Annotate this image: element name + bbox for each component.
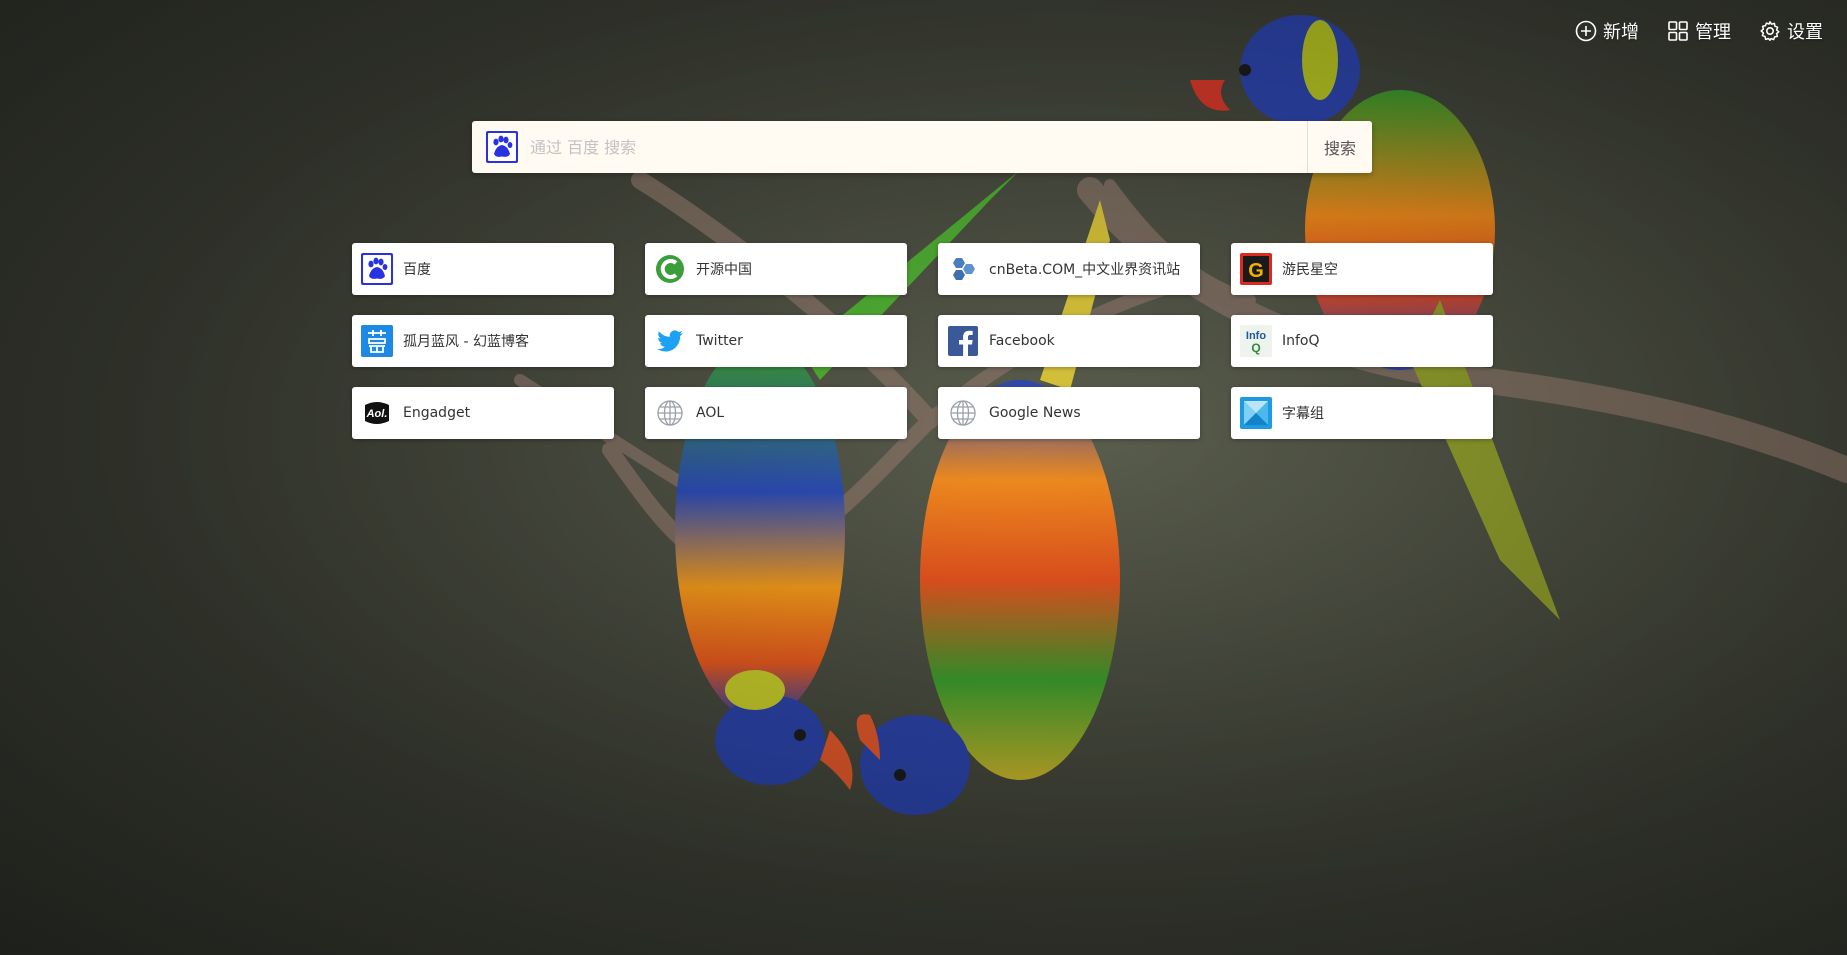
shortcut-label: InfoQ	[1282, 333, 1320, 349]
globe-icon	[654, 397, 686, 429]
manage-button-label: 管理	[1695, 22, 1731, 43]
add-button[interactable]: 新增	[1575, 18, 1639, 44]
shortcut-oschina[interactable]: 开源中国	[645, 243, 907, 295]
shortcut-label: 开源中国	[696, 262, 752, 278]
settings-button[interactable]: 设置	[1759, 18, 1823, 44]
shortcut-label: 字幕组	[1282, 406, 1324, 422]
shortcut-blue-blog[interactable]: 孤月蓝风 - 幻蓝博客	[352, 315, 614, 367]
search-button[interactable]: 搜索	[1307, 121, 1372, 173]
shortcut-label: AOL	[696, 405, 725, 421]
shortcut-infoq[interactable]: Info Q InfoQ	[1231, 315, 1493, 367]
settings-button-label: 设置	[1787, 22, 1823, 43]
svg-text:G: G	[1248, 260, 1264, 282]
shortcut-label: Engadget	[403, 405, 471, 421]
shortcut-subtitle-group[interactable]: 字幕组	[1231, 387, 1493, 439]
shortcut-label: cnBeta.COM_中文业界资讯站	[989, 262, 1181, 278]
oschina-icon	[654, 253, 686, 285]
plus-circle-icon	[1575, 20, 1597, 42]
grid-icon	[1668, 21, 1688, 41]
search-input[interactable]	[528, 121, 1307, 173]
shortcut-label: 游民星空	[1282, 262, 1338, 278]
gamersky-icon: G	[1240, 253, 1272, 285]
shortcut-label: 百度	[403, 262, 431, 278]
shortcut-cnbeta[interactable]: cnBeta.COM_中文业界资讯站	[938, 243, 1200, 295]
facebook-icon	[947, 325, 979, 357]
shortcut-label: Twitter	[696, 333, 743, 349]
infoq-icon: Info Q	[1240, 325, 1272, 357]
shortcut-google-news[interactable]: Google News	[938, 387, 1200, 439]
shortcut-label: Facebook	[989, 333, 1055, 349]
svg-text:Aol.: Aol.	[366, 408, 388, 420]
subtitle-group-icon	[1240, 397, 1272, 429]
shortcut-baidu[interactable]: 百度	[352, 243, 614, 295]
baidu-icon	[361, 253, 393, 285]
gear-icon	[1760, 21, 1780, 41]
shortcut-gamersky[interactable]: G 游民星空	[1231, 243, 1493, 295]
search-bar: 搜索	[472, 121, 1372, 173]
shortcut-twitter[interactable]: Twitter	[645, 315, 907, 367]
shortcut-engadget[interactable]: Aol. Engadget	[352, 387, 614, 439]
manage-button[interactable]: 管理	[1667, 18, 1731, 44]
top-toolbar: 新增 管理 设置	[1575, 18, 1823, 44]
shortcut-facebook[interactable]: Facebook	[938, 315, 1200, 367]
shortcut-label: Google News	[989, 405, 1081, 421]
twitter-icon	[654, 325, 686, 357]
add-button-label: 新增	[1603, 22, 1639, 43]
shortcut-aol[interactable]: AOL	[645, 387, 907, 439]
globe-icon	[947, 397, 979, 429]
baidu-paw-icon[interactable]	[486, 131, 518, 163]
shortcut-label: 孤月蓝风 - 幻蓝博客	[403, 334, 529, 350]
blue-blog-icon	[361, 325, 393, 357]
engadget-icon: Aol.	[361, 397, 393, 429]
shortcut-grid: 百度 开源中国 cnBeta.COM_中文业界资讯站 G 游民星空 孤月蓝风 -…	[352, 243, 1493, 439]
cnbeta-icon	[947, 253, 979, 285]
svg-text:Q: Q	[1251, 341, 1260, 355]
